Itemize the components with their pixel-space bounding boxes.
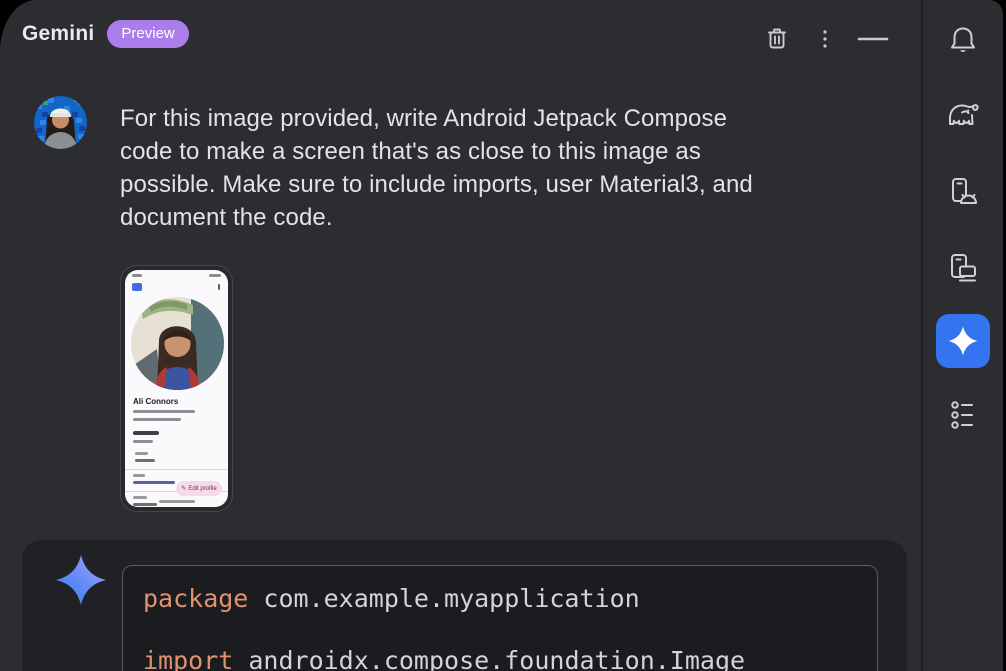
attached-image-phone-mockup[interactable]: Ali Connors ✎ Edit profile bbox=[120, 265, 233, 512]
tool-window-stripe bbox=[923, 0, 1003, 671]
minimize-icon[interactable] bbox=[856, 24, 890, 54]
gemini-tool-window: Gemini Preview bbox=[0, 0, 1006, 671]
code-line: package com.example.myapplication bbox=[143, 583, 877, 614]
message-line: code to make a screen that's as close to… bbox=[120, 135, 910, 168]
header: Gemini Preview bbox=[22, 20, 189, 48]
gradle-icon[interactable] bbox=[941, 94, 985, 134]
profile-photo bbox=[131, 297, 224, 390]
home-indicator bbox=[159, 500, 195, 503]
header-actions bbox=[760, 24, 890, 54]
phone-screen: Ali Connors ✎ Edit profile bbox=[125, 270, 228, 507]
more-vertical-icon[interactable] bbox=[808, 24, 842, 54]
device-manager-icon[interactable] bbox=[941, 172, 985, 212]
bell-icon[interactable] bbox=[941, 20, 985, 60]
user-message: For this image provided, write Android J… bbox=[120, 102, 910, 234]
message-line: possible. Make sure to include imports, … bbox=[120, 168, 910, 201]
app-window: Gemini Preview bbox=[0, 0, 1003, 671]
gemini-tool-button-active[interactable] bbox=[936, 314, 990, 368]
gemini-response-card: package com.example.myapplication import… bbox=[22, 540, 907, 671]
gemini-spark-icon bbox=[55, 554, 107, 606]
email-value bbox=[133, 481, 175, 484]
code-block: package com.example.myapplication import… bbox=[122, 565, 878, 671]
user-avatar bbox=[34, 96, 87, 149]
edit-profile-button: ✎ Edit profile bbox=[176, 481, 222, 496]
gemini-star-icon bbox=[948, 326, 978, 356]
page-title: Gemini bbox=[22, 22, 94, 46]
trash-icon[interactable] bbox=[760, 24, 794, 54]
preview-badge: Preview bbox=[107, 20, 188, 48]
message-line: For this image provided, write Android J… bbox=[120, 102, 910, 135]
profile-name: Ali Connors bbox=[133, 397, 178, 406]
todo-list-icon[interactable] bbox=[941, 396, 985, 436]
code-line: import androidx.compose.foundation.Image bbox=[143, 645, 877, 671]
message-line: document the code. bbox=[120, 201, 910, 234]
pencil-icon: ✎ bbox=[181, 485, 186, 492]
running-devices-icon[interactable] bbox=[941, 248, 985, 288]
app-logo bbox=[132, 283, 142, 291]
